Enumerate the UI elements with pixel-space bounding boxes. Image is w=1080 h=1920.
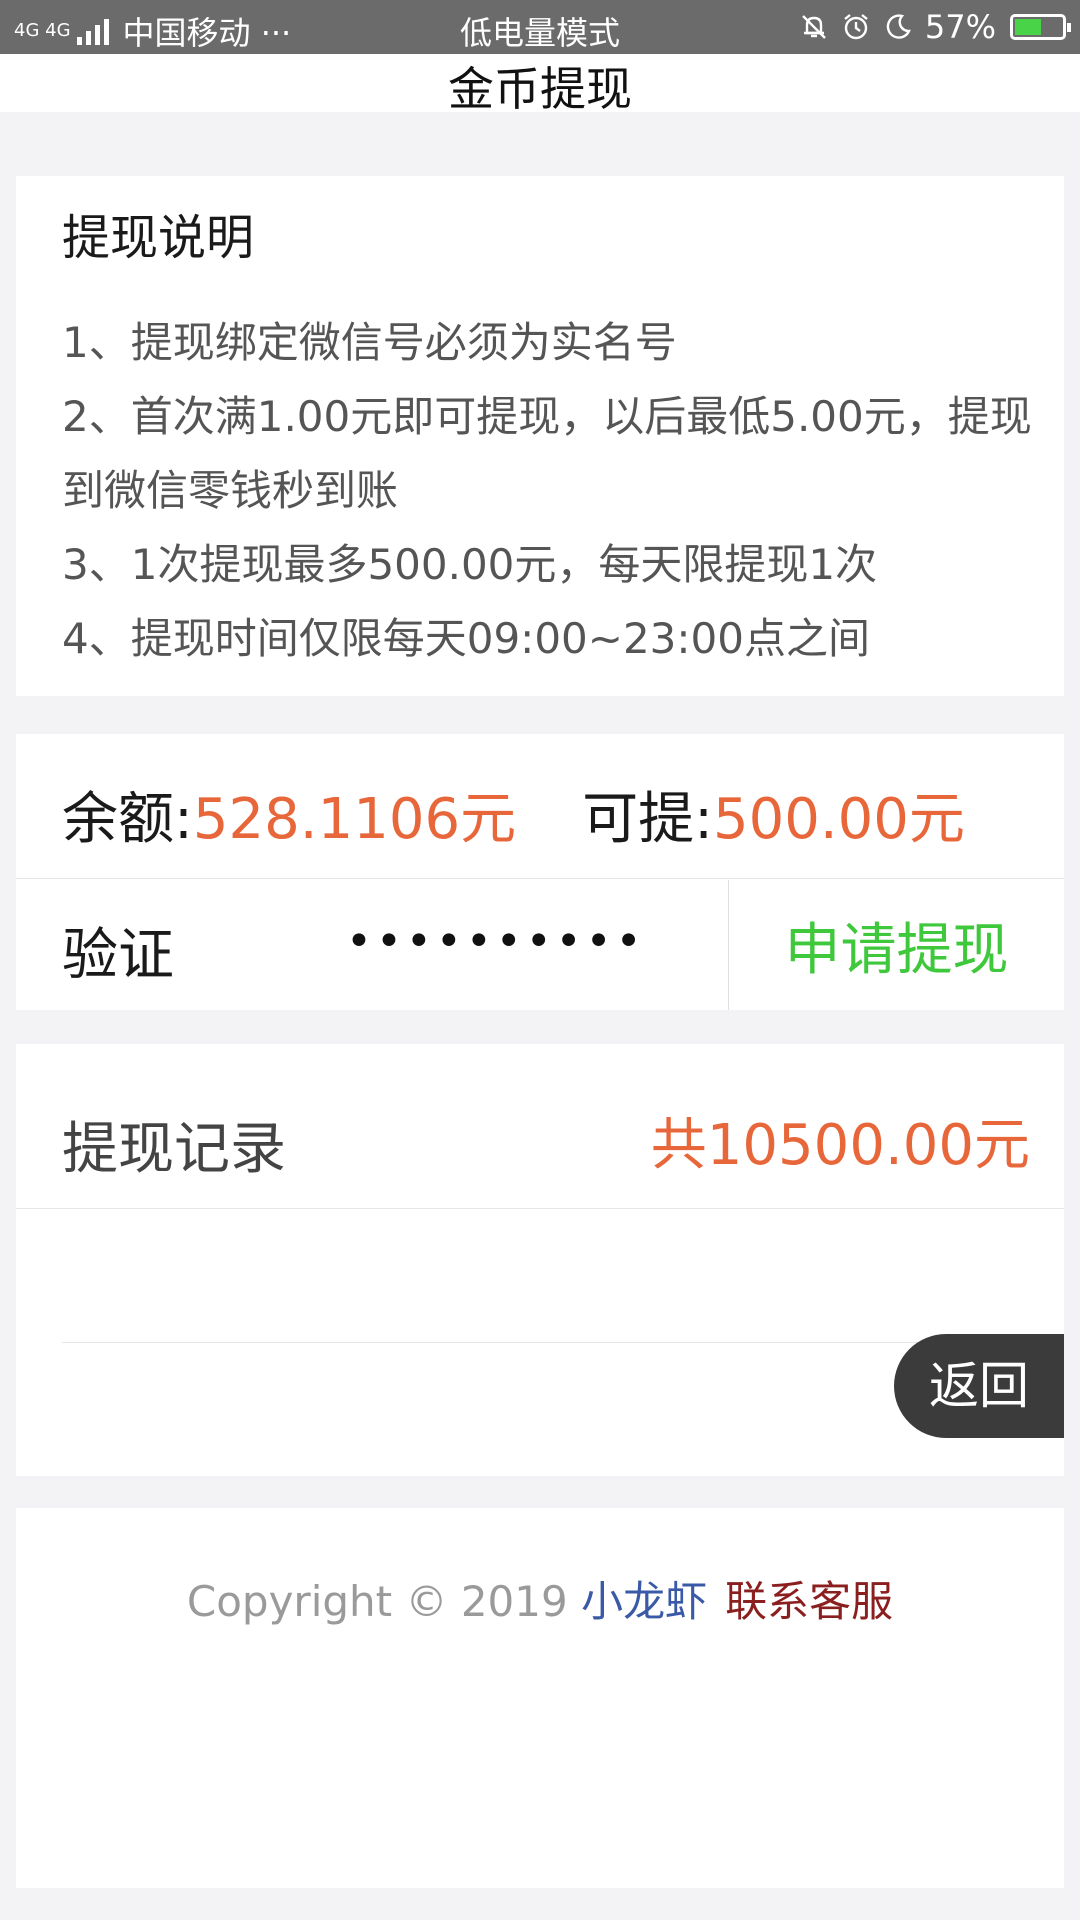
alarm-icon	[844, 14, 868, 40]
balance-amount: 528.1106元	[192, 787, 517, 852]
instruction-line: 3、1次提现最多500.00元，每天限提现1次	[62, 540, 878, 589]
back-button[interactable]: 返回	[894, 1334, 1064, 1438]
apply-withdraw-button[interactable]: 申请提现	[729, 880, 1064, 1010]
balance-label: 余额:	[62, 787, 193, 852]
divider	[16, 1208, 1064, 1209]
battery-level-fill	[1015, 19, 1041, 35]
divider	[62, 1342, 1064, 1343]
contact-support-link[interactable]: 联系客服	[725, 1577, 893, 1626]
page-title: 金币提现	[0, 54, 1080, 116]
status-bar: 4G 4G 中国移动 ··· 低电量模式 57%	[0, 0, 1080, 54]
footer-card: Copyright © 2019 小龙虾 联系客服	[16, 1508, 1064, 1888]
instructions-title: 提现说明	[62, 210, 255, 266]
verify-code-field[interactable]	[346, 906, 686, 976]
moon-icon	[886, 14, 911, 39]
divider	[16, 878, 1064, 879]
withdrawable-label: 可提:	[582, 787, 713, 852]
battery-charging-icon	[1010, 14, 1071, 40]
withdrawable-amount: 500.00元	[712, 787, 965, 852]
bell-off-icon	[802, 15, 826, 39]
records-label: 提现记录	[62, 1117, 286, 1182]
instruction-line: 2、首次满1.00元即可提现，以后最低5.00元，提现到微信零钱秒到账	[62, 392, 1032, 515]
instructions-list: 1、提现绑定微信号必须为实名号 2、首次满1.00元即可提现，以后最低5.00元…	[62, 306, 1032, 676]
balance-row: 余额:528.1106元 可提:500.00元	[62, 774, 965, 855]
copyright-text: Copyright © 2019	[186, 1577, 568, 1626]
balance-card: 余额:528.1106元可提:500.00元 验证 申请提现	[16, 734, 1064, 1010]
battery-percent: 57%	[924, 8, 996, 46]
brand-link[interactable]: 小龙虾	[581, 1577, 707, 1626]
status-right: 57%	[799, 8, 1071, 46]
instruction-line: 4、提现时间仅限每天09:00~23:00点之间	[62, 614, 870, 663]
instruction-line: 1、提现绑定微信号必须为实名号	[62, 318, 677, 367]
copyright-line: Copyright © 2019 小龙虾 联系客服	[16, 1568, 1064, 1629]
withdraw-instructions-card: 提现说明 1、提现绑定微信号必须为实名号 2、首次满1.00元即可提现，以后最低…	[16, 176, 1064, 696]
verify-label: 验证	[62, 923, 174, 988]
records-total: 共10500.00元	[650, 1113, 1030, 1178]
